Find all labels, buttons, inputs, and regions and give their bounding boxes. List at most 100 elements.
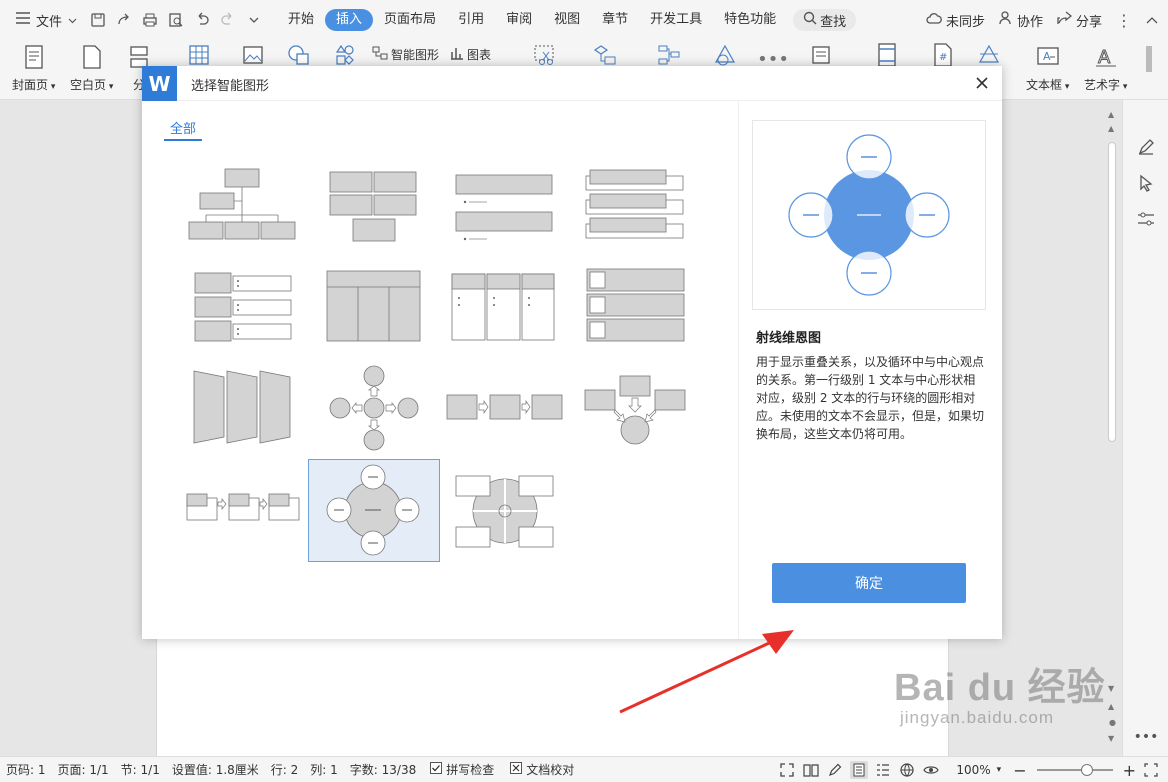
smartart-thumb-stacked-list[interactable] — [585, 168, 685, 245]
tab-4[interactable]: 审阅 — [495, 9, 543, 31]
share-button[interactable]: 分享 — [1057, 11, 1102, 30]
picture-button[interactable] — [240, 42, 266, 68]
spell-check-label: 拼写检查 — [446, 763, 495, 777]
print-icon[interactable] — [139, 9, 161, 31]
menu-bar: 文件 开始 插入 页面布局 引用 审阅 视图 章节 开发工具 特色功能 查找 未… — [0, 0, 1168, 40]
smartart-thumb-block-grid[interactable] — [329, 171, 419, 246]
search-button[interactable]: 查找 — [793, 9, 857, 31]
quick-access-dropdown-icon[interactable] — [243, 9, 265, 31]
close-icon[interactable] — [972, 73, 992, 93]
document-page[interactable] — [156, 638, 949, 758]
smart-art-label: 智能图形 — [391, 48, 440, 62]
smartart-thumb-column-table[interactable] — [326, 270, 422, 345]
dialog-header: W 选择智能图形 — [142, 66, 1002, 101]
scroll-up-icon-2[interactable]: ▲ — [1108, 124, 1114, 133]
more-icon[interactable]: ⋮ — [1116, 11, 1132, 30]
smartart-thumb-radial-arrows[interactable] — [328, 364, 420, 455]
category-all-tab[interactable]: 全部 — [164, 118, 203, 141]
status-word-count[interactable]: 字数: 13/38 — [344, 761, 422, 778]
blank-page-button[interactable]: 空白页 ▾ — [70, 44, 113, 93]
text-box-button[interactable]: A 文本框 ▾ — [1026, 44, 1069, 93]
zoom-in-icon[interactable]: + — [1123, 761, 1136, 780]
ok-button[interactable]: 确定 — [772, 563, 966, 603]
zoom-out-icon[interactable]: − — [1013, 761, 1026, 780]
smartart-thumb-trapezoid-list[interactable] — [193, 370, 293, 447]
art-text-label: 艺术字 — [1084, 78, 1121, 92]
web-view-icon[interactable] — [898, 761, 916, 779]
doc-proof-button[interactable]: 文档校对 — [502, 761, 582, 778]
collab-button[interactable]: 协作 — [999, 11, 1043, 30]
comment-button[interactable] — [808, 42, 834, 68]
edit-mode-icon[interactable] — [826, 761, 844, 779]
screenshot-button[interactable] — [532, 42, 558, 68]
pen-icon[interactable] — [1135, 136, 1157, 158]
flowchart-button[interactable] — [592, 42, 618, 68]
side-more-icon[interactable]: ••• — [1134, 726, 1159, 748]
smartart-thumb-picture-list[interactable] — [586, 268, 686, 345]
export-icon[interactable] — [113, 9, 135, 31]
ribbon-more-button[interactable] — [1144, 46, 1154, 72]
smartart-thumb-picture-process[interactable] — [186, 492, 300, 525]
collapse-ribbon-icon[interactable] — [1146, 13, 1158, 28]
art-text-button[interactable]: A 艺术字 ▾ — [1084, 44, 1127, 93]
fullscreen-icon[interactable] — [778, 761, 796, 779]
zoom-dropdown-icon[interactable]: ▾ — [997, 765, 1002, 775]
smartart-thumb-org-chart[interactable] — [186, 166, 296, 245]
tab-6[interactable]: 章节 — [591, 9, 639, 31]
undo-icon[interactable] — [191, 9, 213, 31]
header-footer-button[interactable] — [874, 42, 900, 68]
ribbon-expand-icon — [1144, 46, 1154, 72]
chevron-down-icon — [68, 13, 77, 28]
tab-1[interactable]: 插入 — [325, 9, 374, 31]
more-shapes-button[interactable] — [712, 42, 738, 68]
dialog-divider — [738, 101, 739, 639]
eye-protect-icon[interactable] — [922, 761, 940, 779]
share-icon — [1057, 11, 1073, 29]
smartart-thumb-radial-venn[interactable] — [308, 459, 440, 562]
redo-icon[interactable] — [217, 9, 239, 31]
smartart-thumb-cycle-matrix[interactable] — [455, 475, 555, 552]
smartart-thumb-horizontal-bullets[interactable] — [451, 273, 555, 344]
tab-5[interactable]: 视图 — [543, 9, 591, 31]
print-preview-icon[interactable] — [165, 9, 187, 31]
smart-art-button[interactable]: 智能图形 — [372, 46, 439, 63]
icons-button[interactable] — [332, 42, 358, 68]
table-button[interactable] — [186, 42, 212, 68]
tab-2[interactable]: 页面布局 — [373, 9, 447, 31]
page-view-icon[interactable] — [850, 761, 869, 779]
smartart-thumb-bullet-list[interactable] — [455, 174, 555, 247]
tab-3[interactable]: 引用 — [447, 9, 495, 31]
cover-page-button[interactable]: 封面页 ▾ — [12, 44, 55, 93]
watermark-url: jingyan.baidu.com — [900, 708, 1055, 727]
sync-status[interactable]: 未同步 — [926, 11, 985, 30]
status-bar: 页码: 1 页面: 1/1 节: 1/1 设置值: 1.8厘米 行: 2 列: … — [0, 756, 1168, 782]
select-cursor-icon[interactable] — [1135, 172, 1157, 194]
watermark-button[interactable] — [976, 42, 1002, 68]
watermark-main: Bai du 经验 — [894, 667, 1106, 709]
save-icon[interactable] — [87, 9, 109, 31]
tab-0[interactable]: 开始 — [277, 9, 325, 31]
chart-button[interactable]: 图表 — [450, 46, 491, 63]
shape-button[interactable] — [286, 42, 312, 68]
smartart-thumb-process[interactable] — [446, 393, 564, 424]
page-number-icon: # — [930, 42, 956, 68]
zoom-slider[interactable] — [1036, 764, 1113, 776]
outline-view-icon[interactable] — [874, 761, 892, 779]
tab-7[interactable]: 开发工具 — [639, 9, 713, 31]
cover-page-icon — [21, 44, 47, 70]
reading-mode-icon[interactable] — [802, 761, 820, 779]
tab-8[interactable]: 特色功能 — [713, 9, 787, 31]
mindmap-button[interactable] — [656, 42, 682, 68]
zoom-level[interactable]: 100% — [956, 763, 990, 777]
svg-text:A: A — [1043, 50, 1051, 63]
zoom-slider-thumb[interactable] — [1080, 764, 1093, 776]
page-number-button[interactable]: # — [930, 42, 956, 68]
settings-sliders-icon[interactable] — [1135, 208, 1157, 230]
scroll-thumb[interactable] — [1108, 142, 1116, 442]
smartart-thumb-vertical-bullets[interactable] — [194, 272, 294, 347]
spell-check-button[interactable]: 拼写检查 — [422, 761, 502, 778]
file-menu[interactable]: 文件 — [10, 11, 83, 30]
smartart-thumb-converging[interactable] — [584, 374, 688, 449]
scroll-up-icon[interactable]: ▲ — [1108, 110, 1114, 119]
fit-window-icon[interactable] — [1142, 761, 1160, 779]
